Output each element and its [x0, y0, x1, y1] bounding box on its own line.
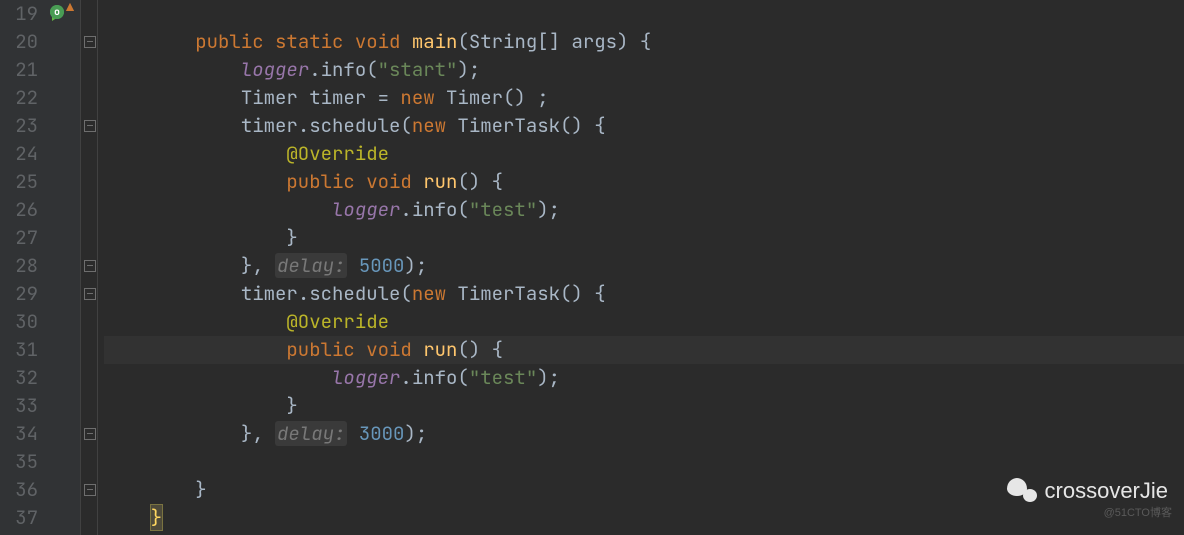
fold-toggle-icon[interactable]	[84, 288, 96, 300]
line-number: 23	[0, 112, 38, 140]
line-number: 37	[0, 504, 38, 532]
fold-column	[80, 0, 98, 535]
code-line: public void run() {	[104, 168, 1184, 196]
line-number: 28	[0, 252, 38, 280]
inlay-hint: delay:	[275, 253, 347, 278]
line-number: 20	[0, 28, 38, 56]
line-number: 21	[0, 56, 38, 84]
line-number: 32	[0, 364, 38, 392]
code-line: }, delay: 3000);	[104, 420, 1184, 448]
code-line: }	[104, 224, 1184, 252]
code-line	[104, 0, 1184, 28]
line-number: 31	[0, 336, 38, 364]
code-line: logger.info("test");	[104, 364, 1184, 392]
code-line: @Override	[104, 308, 1184, 336]
code-line: logger.info("start");	[104, 56, 1184, 84]
line-number: 30	[0, 308, 38, 336]
override-marker-icon[interactable]: o	[50, 5, 64, 19]
code-line: @Override	[104, 140, 1184, 168]
line-number: 22	[0, 84, 38, 112]
code-line: public void run() {	[104, 336, 1184, 364]
code-line: timer.schedule(new TimerTask() {	[104, 280, 1184, 308]
wechat-icon	[1007, 478, 1037, 504]
line-number: 34	[0, 420, 38, 448]
code-line: }	[104, 504, 1184, 532]
code-line: }	[104, 392, 1184, 420]
line-number: 27	[0, 224, 38, 252]
code-line: Timer timer = new Timer() ;	[104, 84, 1184, 112]
code-line: public static void main(String[] args) {	[104, 28, 1184, 56]
gutter-marker-column: o o	[44, 0, 80, 535]
line-number: 29	[0, 280, 38, 308]
code-line: logger.info("test");	[104, 196, 1184, 224]
line-number: 24	[0, 140, 38, 168]
line-number: 35	[0, 448, 38, 476]
code-content[interactable]: public static void main(String[] args) {…	[98, 0, 1184, 535]
inlay-hint: delay:	[275, 421, 347, 446]
line-number: 25	[0, 168, 38, 196]
matching-brace: }	[150, 504, 163, 531]
fold-toggle-icon[interactable]	[84, 120, 96, 132]
line-number: 19	[0, 0, 38, 28]
up-arrow-icon	[66, 3, 74, 11]
code-editor[interactable]: 19 20 21 22 23 24 25 26 27 28 29 30 31 3…	[0, 0, 1184, 535]
source-watermark: @51CTO博客	[1104, 499, 1172, 527]
code-line: timer.schedule(new TimerTask() {	[104, 112, 1184, 140]
line-number: 26	[0, 196, 38, 224]
line-number: 36	[0, 476, 38, 504]
fold-toggle-icon[interactable]	[84, 260, 96, 272]
fold-toggle-icon[interactable]	[84, 36, 96, 48]
line-number: 33	[0, 392, 38, 420]
fold-toggle-icon[interactable]	[84, 428, 96, 440]
fold-toggle-icon[interactable]	[84, 484, 96, 496]
code-line	[104, 448, 1184, 476]
gutter: 19 20 21 22 23 24 25 26 27 28 29 30 31 3…	[0, 0, 98, 535]
line-number-column: 19 20 21 22 23 24 25 26 27 28 29 30 31 3…	[0, 0, 44, 535]
code-line: }, delay: 5000);	[104, 252, 1184, 280]
